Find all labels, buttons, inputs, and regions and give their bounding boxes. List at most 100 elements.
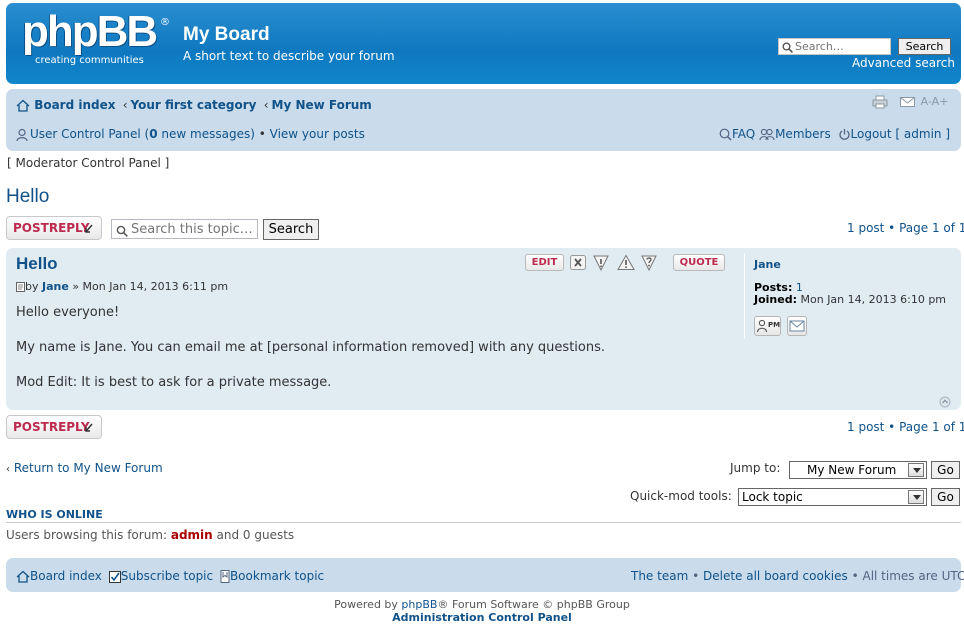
logo-tagline: creating communities — [35, 55, 144, 66]
quick-mod-select[interactable]: Lock topic — [738, 488, 927, 506]
quick-mod-label: Quick-mod tools: — [630, 489, 732, 503]
breadcrumb: Board index ‹ Your first category ‹ My New… — [16, 98, 372, 112]
email-user-button[interactable] — [787, 316, 807, 336]
jump-to-select[interactable]: My New Forum — [789, 461, 927, 479]
send-pm-button[interactable]: PM — [754, 316, 781, 336]
post-content: Hello everyone! My name is Jane. You can… — [16, 304, 605, 409]
powered-by-label: Powered by — [334, 598, 402, 611]
copyright-suffix: ® Forum Software © phpBB Group — [437, 598, 630, 611]
admin-control-panel-link[interactable]: Administration Control Panel — [0, 611, 964, 624]
breadcrumb-category[interactable]: Your first category — [131, 98, 257, 112]
topic-title[interactable]: Hello — [6, 186, 49, 208]
quick-mod-value: Lock topic — [742, 490, 803, 504]
profile-username[interactable]: Jane — [754, 258, 781, 271]
email-topic-icon[interactable] — [899, 94, 915, 108]
home-icon — [16, 98, 30, 112]
print-icon[interactable] — [872, 94, 888, 108]
phpbb-logo[interactable]: phpBB ® creating communities — [22, 7, 172, 71]
header-search-input[interactable] — [795, 39, 889, 54]
pm-label: PM — [768, 321, 781, 329]
profile-joined: Joined: Mon Jan 14, 2013 6:10 pm — [754, 293, 946, 306]
post-info-icon[interactable] — [640, 254, 659, 271]
online-user-admin[interactable]: admin — [171, 528, 213, 542]
post-title[interactable]: Hello — [16, 254, 58, 274]
search-icon — [116, 223, 128, 237]
quick-mod-go-button[interactable]: Go — [931, 488, 960, 506]
report-post-icon[interactable] — [592, 254, 611, 271]
checkbox-icon — [108, 569, 121, 583]
user-control-panel-link[interactable]: User Control Panel (0 new messages) — [30, 127, 255, 141]
who-is-online-heading[interactable]: WHO IS ONLINE — [6, 508, 103, 521]
post-date: » Mon Jan 14, 2013 6:11 pm — [72, 280, 229, 293]
pagination-bottom: 1 post • Page 1 of 1 — [847, 420, 964, 434]
footer-board-index-link[interactable]: Board index — [30, 569, 102, 583]
site-header: phpBB ® creating communities My Board A … — [6, 3, 961, 84]
advanced-search-link[interactable]: Advanced search — [852, 56, 955, 70]
post-paragraph: My name is Jane. You can email me at [pe… — [16, 340, 605, 355]
header-right-links: FAQ Members Logout [ admin ] — [719, 127, 950, 141]
jump-to-label: Jump to: — [730, 461, 781, 475]
back-to-top-icon[interactable] — [939, 394, 951, 408]
divider — [6, 522, 961, 523]
post-profile: Jane Posts: 1 Joined: Mon Jan 14, 2013 6… — [744, 254, 954, 338]
view-your-posts-link[interactable]: View your posts — [270, 127, 365, 141]
return-link[interactable]: ‹ Return to My New Forum — [6, 461, 163, 475]
post-reply-button-bottom[interactable]: POSTREPLY — [6, 415, 102, 439]
profile-joined-date: Mon Jan 14, 2013 6:10 pm — [800, 293, 947, 306]
post-author-name[interactable]: Jane — [42, 280, 69, 293]
post: Hello by Jane » Mon Jan 14, 2013 6:11 pm… — [6, 248, 961, 410]
subscribe-topic-link[interactable]: Subscribe topic — [121, 569, 213, 583]
post-reply-label: POSTREPLY — [13, 420, 90, 434]
breadcrumb-separator: ‹ — [122, 98, 128, 112]
chevron-left-icon: ‹ — [6, 464, 10, 475]
site-title: My Board — [183, 24, 270, 45]
footer-right-links: The team • Delete all board cookies • Al… — [631, 569, 964, 583]
by-label: by — [25, 280, 39, 293]
faq-link[interactable]: FAQ — [732, 127, 755, 141]
online-users: Users browsing this forum: admin and 0 g… — [6, 528, 294, 542]
ucp-messages-suffix: new messages) — [157, 127, 255, 141]
quote-label: QUOTE — [679, 257, 719, 268]
edit-post-button[interactable]: EDIT — [525, 254, 564, 271]
members-link[interactable]: Members — [775, 127, 831, 141]
faq-icon — [719, 127, 732, 141]
jump-go-button[interactable]: Go — [931, 461, 960, 479]
online-prefix: Users browsing this forum: — [6, 528, 171, 542]
header-search-box — [778, 38, 891, 55]
post-reply-button[interactable]: POSTREPLY — [6, 216, 102, 240]
ucp-label: User Control Panel ( — [30, 127, 150, 141]
breadcrumb-forum[interactable]: My New Forum — [272, 98, 372, 112]
bookmark-icon — [220, 569, 230, 583]
logout-link[interactable]: Logout [ admin ] — [851, 127, 951, 141]
reply-arrow-icon — [84, 416, 94, 438]
moderator-control-panel-link[interactable]: [ Moderator Control Panel ] — [7, 156, 169, 170]
pagination-top: 1 post • Page 1 of 1 — [847, 221, 964, 235]
logo-reg-mark: ® — [160, 17, 170, 28]
topic-search-button[interactable]: Search — [263, 219, 319, 240]
the-team-link[interactable]: The team — [631, 569, 688, 583]
quote-post-button[interactable]: QUOTE — [673, 254, 725, 271]
post-reply-label: POSTREPLY — [13, 221, 90, 235]
delete-cookies-link[interactable]: Delete all board cookies — [703, 569, 848, 583]
online-suffix: and 0 guests — [212, 528, 295, 542]
top-navbar: Board index ‹ Your first category ‹ My New… — [6, 89, 961, 151]
font-size-icon[interactable]: A-A+ — [921, 95, 949, 108]
bullet: • — [692, 569, 700, 583]
topic-search-box — [111, 219, 258, 239]
phpbb-link[interactable]: phpBB — [401, 598, 437, 611]
chevron-down-icon — [908, 463, 924, 477]
delete-post-button[interactable] — [569, 254, 588, 271]
warn-user-icon[interactable] — [617, 254, 636, 271]
joined-label: Joined: — [754, 293, 797, 306]
timezone-text: All times are UTC — [862, 569, 964, 583]
navbar-tools: A-A+ — [872, 94, 948, 109]
power-icon — [838, 127, 851, 141]
reply-arrow-icon — [84, 217, 94, 239]
header-search-button[interactable]: Search — [898, 38, 951, 55]
topic-search-input[interactable] — [131, 221, 255, 237]
bullet: • — [258, 127, 266, 141]
bookmark-topic-link[interactable]: Bookmark topic — [230, 569, 324, 583]
edit-label: EDIT — [531, 257, 558, 268]
breadcrumb-board-index[interactable]: Board index — [34, 98, 115, 112]
user-links: User Control Panel (0 new messages) • Vi… — [16, 127, 365, 142]
